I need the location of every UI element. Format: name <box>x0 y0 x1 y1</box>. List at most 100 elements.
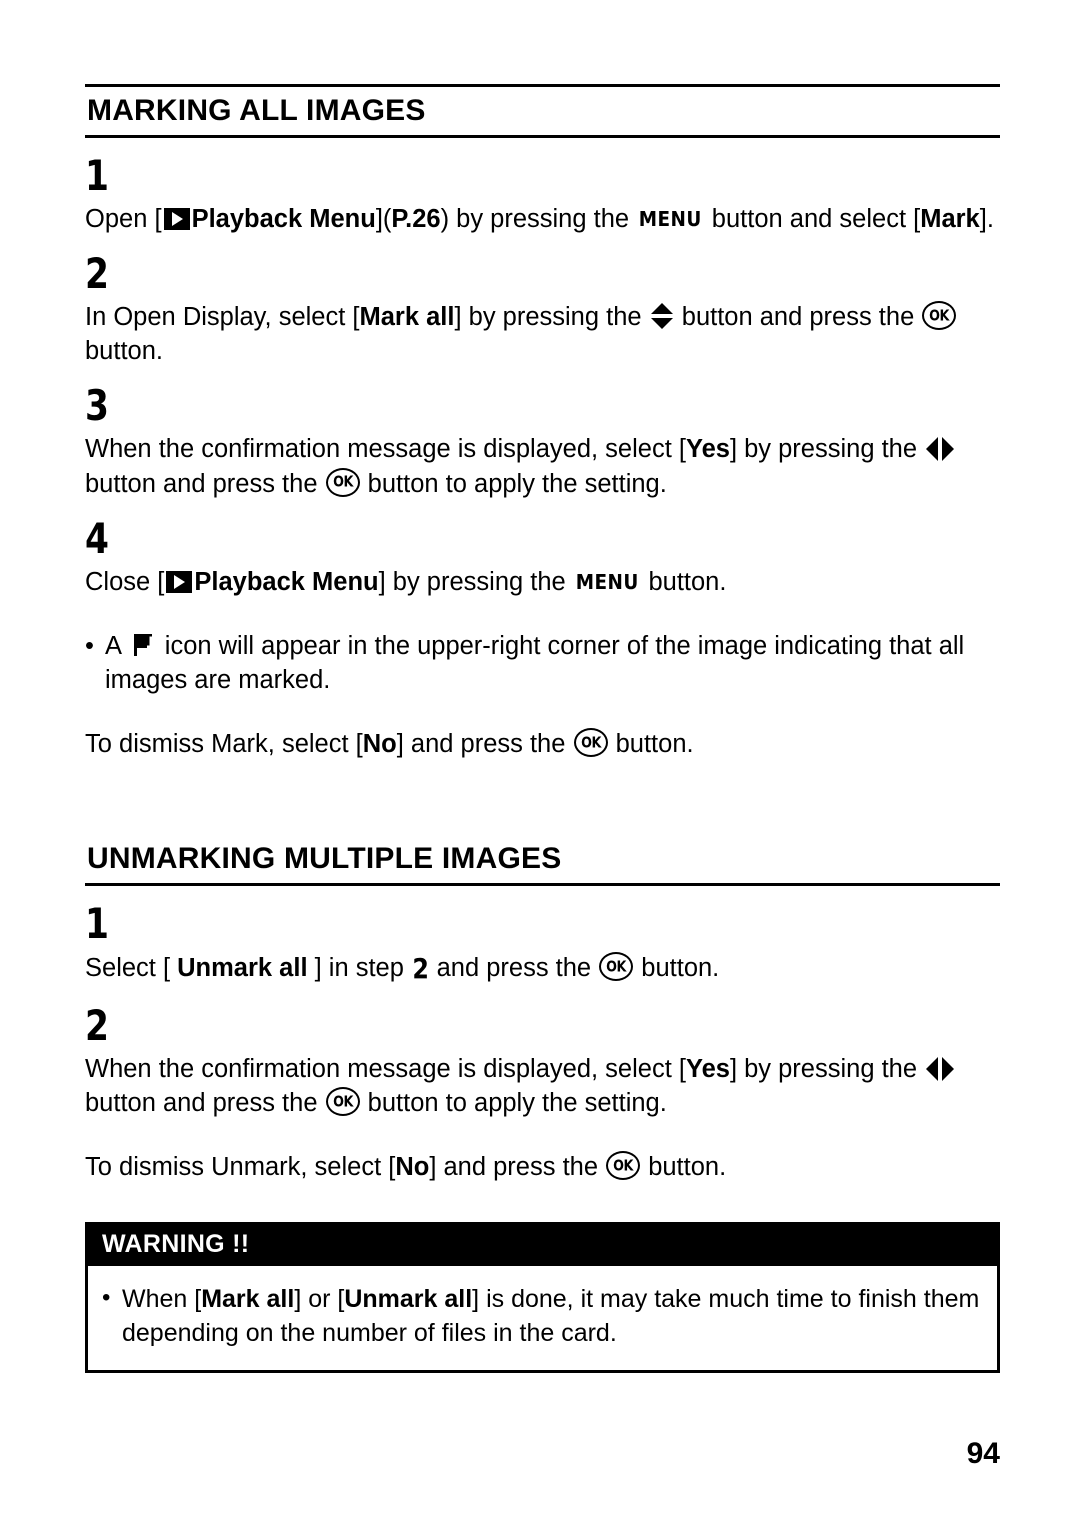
ok-icon-label: OK <box>606 957 627 976</box>
step-text-fragment: button. <box>85 337 163 366</box>
ok-icon-label: OK <box>613 1156 634 1175</box>
step-text-fragment: When the confirmation message is display… <box>85 1054 686 1083</box>
step-2-text: In Open Display, select [Mark all] by pr… <box>85 300 1000 368</box>
step-text-fragment: Mark <box>920 205 980 233</box>
step-text-fragment: Playback Menu <box>194 567 379 596</box>
bullet-marker: • <box>102 1283 111 1311</box>
ok-button-icon: OK <box>573 728 608 758</box>
dismiss-mark-text: To dismiss Mark, select [No] and press t… <box>85 727 1000 761</box>
step-2-marking: 2 In Open Display, select [Mark all] by … <box>85 249 1000 368</box>
menu-button-label: MENU <box>638 207 702 231</box>
warning-text-fragment: Mark all <box>201 1284 295 1313</box>
step-text-fragment: button and press the <box>85 469 325 498</box>
step-1-text: Open [ Playback Menu](P.26) by pressing t… <box>85 202 1000 236</box>
playback-menu-icon <box>163 208 190 230</box>
bullet-marker: • <box>85 631 94 660</box>
step-text-fragment: Select [ <box>85 954 178 983</box>
step-text-fragment: Unmark all <box>177 954 308 983</box>
step-text-fragment: button to apply the setting. <box>360 469 667 498</box>
step-text-fragment: button to apply the setting. <box>360 1089 667 1118</box>
ok-button-icon: OK <box>325 467 360 497</box>
flag-mark-icon <box>131 632 155 658</box>
warning-box: WARNING !! • When [Mark all] or [Unmark … <box>85 1222 1000 1373</box>
step-number: 4 <box>85 513 109 563</box>
step-2-unmarking: 2 When the confirmation message is displ… <box>85 1000 1000 1120</box>
ok-icon-label: OK <box>929 306 950 325</box>
step-text-fragment: Open [ <box>85 205 162 233</box>
dismiss-text-fragment: button. <box>608 730 694 759</box>
dismiss-text-fragment: No <box>395 1153 430 1182</box>
page-reference: P.26 <box>391 205 441 233</box>
dismiss-text-fragment: To dismiss Unmark, select [ <box>85 1153 396 1182</box>
dismiss-text-fragment: button. <box>641 1153 727 1182</box>
step-text-fragment: When the confirmation message is display… <box>85 435 686 464</box>
step-number: 2 <box>85 249 109 299</box>
ok-button-icon: OK <box>599 952 634 982</box>
step-text-fragment: Close [ <box>85 567 165 596</box>
step-3-text: When the confirmation message is display… <box>85 432 1000 500</box>
step-1-unmarking: 1 Select [ Unmark all ] in step 2 and pr… <box>85 899 1000 988</box>
section-heading-unmarking-multiple-images: UNMARKING MULTIPLE IMAGES <box>85 835 1000 887</box>
note-bullet-row: • A icon will appear in the upper-right … <box>85 629 1000 697</box>
step-3-marking: 3 When the confirmation message is displ… <box>85 381 1000 500</box>
step-2-text: When the confirmation message is display… <box>85 1052 1000 1120</box>
step-text-fragment: ) by pressing the <box>440 205 637 233</box>
playback-menu-icon <box>166 570 193 593</box>
step-4-text: Close [ Playback Menu] by pressing the ME… <box>85 565 1000 599</box>
ok-button-icon: OK <box>325 1087 360 1117</box>
dismiss-text-fragment: ] and press the <box>429 1153 606 1182</box>
step-number: 1 <box>85 151 109 200</box>
dismiss-unmark-text: To dismiss Unmark, select [No] and press… <box>85 1150 1000 1184</box>
note-text-fragment: A <box>105 631 128 660</box>
step-text-fragment: Playback Menu <box>191 205 376 233</box>
step-text-fragment: ] in step <box>307 954 412 983</box>
step-number: 1 <box>85 899 109 949</box>
dismiss-text-fragment: No <box>362 730 397 759</box>
step-text-fragment: ] by pressing the <box>729 435 925 464</box>
step-text-fragment: button. <box>634 954 720 983</box>
note-text: A icon will appear in the upper-right co… <box>105 629 1000 697</box>
dismiss-text-fragment: ] and press the <box>396 730 573 759</box>
step-text-fragment: Mark all <box>359 303 455 332</box>
step-text-fragment: button and press the <box>674 303 922 332</box>
step-text-fragment: In Open Display, select [ <box>85 303 360 332</box>
step-text-fragment: and press the <box>429 954 599 983</box>
note-text-fragment: icon will appear in the upper-right corn… <box>105 631 965 695</box>
step-text-fragment: button and select [ <box>704 205 921 233</box>
step-text-fragment: Yes <box>685 435 730 464</box>
inline-step-reference: 2 <box>412 952 429 986</box>
ok-icon-label: OK <box>580 733 601 752</box>
step-text-fragment: ]( <box>375 205 392 233</box>
up-down-arrow-icon <box>650 303 673 330</box>
warning-text: When [Mark all] or [Unmark all] is done,… <box>122 1282 981 1350</box>
warning-title: WARNING !! <box>88 1225 997 1266</box>
warning-text-fragment: ] or [ <box>294 1284 345 1313</box>
step-number: 3 <box>85 381 109 431</box>
step-text-fragment: ] by pressing the <box>454 303 649 332</box>
warning-text-fragment: When [ <box>122 1284 202 1313</box>
ok-icon-label: OK <box>332 472 353 491</box>
step-number: 2 <box>85 1000 109 1050</box>
step-text-fragment: button. <box>641 567 727 596</box>
warning-bullet-row: • When [Mark all] or [Unmark all] is don… <box>102 1282 981 1350</box>
left-right-arrow-icon <box>926 1056 955 1081</box>
step-text-fragment: ] by pressing the <box>378 567 573 596</box>
step-text-fragment: ]. <box>979 205 994 233</box>
step-1-text: Select [ Unmark all ] in step 2 and pres… <box>85 950 1000 988</box>
section-heading-marking-all-images: MARKING ALL IMAGES <box>85 84 1000 138</box>
ok-button-icon: OK <box>606 1151 641 1181</box>
step-text-fragment: button and press the <box>85 1089 325 1118</box>
step-text-fragment: Yes <box>685 1054 730 1083</box>
ok-button-icon: OK <box>922 301 957 331</box>
left-right-arrow-icon <box>926 437 955 462</box>
ok-icon-label: OK <box>332 1092 353 1111</box>
page-number: 94 <box>966 1437 1000 1470</box>
step-4-marking: 4 Close [ Playback Menu] by pressing the … <box>85 513 1000 599</box>
step-text-fragment: ] by pressing the <box>729 1054 925 1083</box>
menu-button-label: MENU <box>575 569 639 594</box>
warning-body: • When [Mark all] or [Unmark all] is don… <box>88 1266 997 1370</box>
warning-text-fragment: Unmark all <box>344 1284 473 1313</box>
manual-page: MARKING ALL IMAGES 1 Open [ Playback Menu… <box>85 0 1000 1528</box>
step-1-marking: 1 Open [ Playback Menu](P.26) by pressing… <box>85 151 1000 236</box>
dismiss-text-fragment: To dismiss Mark, select [ <box>85 730 363 759</box>
